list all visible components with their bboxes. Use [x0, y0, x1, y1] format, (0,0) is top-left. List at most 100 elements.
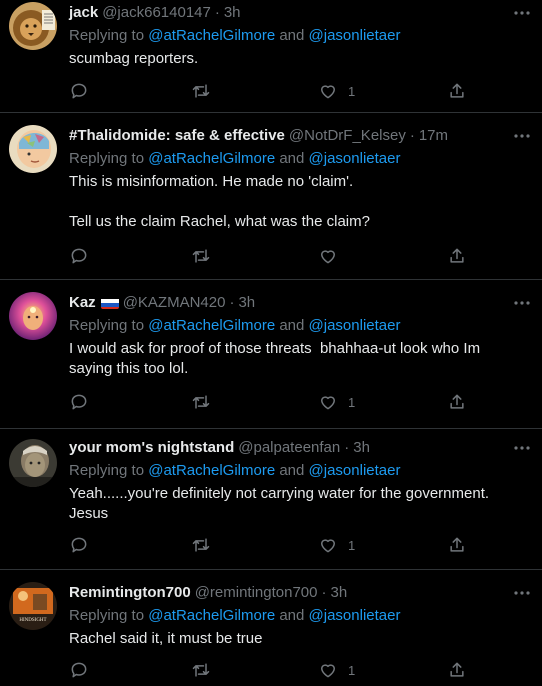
tweet-actions: 1: [69, 534, 529, 556]
tweet-header: #Thalidomide: safe & effective @NotDrF_K…: [69, 126, 526, 146]
reply-button[interactable]: [69, 391, 89, 413]
avatar[interactable]: [9, 2, 57, 50]
retweet-button[interactable]: [191, 659, 211, 681]
mention-link[interactable]: @jasonlietaer: [309, 150, 401, 167]
like-count: 1: [348, 537, 356, 553]
share-icon: [450, 537, 464, 552]
separator: ·: [321, 584, 327, 601]
replying-conjunction: and: [275, 27, 309, 44]
mention-link[interactable]: @jasonlietaer: [309, 317, 401, 334]
replying-label: Replying to: [69, 462, 149, 479]
like-button[interactable]: 1: [318, 80, 355, 102]
mention-link[interactable]: @jasonlietaer: [309, 607, 401, 624]
more-options-button[interactable]: [512, 3, 532, 23]
replying-label: Replying to: [69, 27, 149, 44]
more-options-button[interactable]: [512, 438, 532, 458]
user-handle[interactable]: @KAZMAN420: [123, 293, 226, 313]
user-handle[interactable]: @palpateenfan: [238, 438, 340, 458]
tweet[interactable]: #Thalidomide: safe & effective @NotDrF_K…: [0, 113, 542, 280]
retweet-button[interactable]: [191, 80, 211, 102]
reply-button[interactable]: [69, 80, 89, 102]
tweet-actions: 1: [69, 80, 529, 102]
display-name[interactable]: Remintington700: [69, 583, 191, 603]
avatar[interactable]: HINDSIGHT: [9, 582, 57, 630]
retweet-button[interactable]: [191, 534, 211, 556]
avatar[interactable]: [9, 439, 57, 487]
share-icon: [450, 83, 464, 98]
mention-link[interactable]: @atRachelGilmore: [148, 27, 275, 44]
heart-icon: [321, 664, 335, 678]
retweet-button[interactable]: [191, 391, 211, 413]
avatar-caption: HINDSIGHT: [19, 618, 46, 623]
like-button[interactable]: 1: [318, 659, 355, 681]
replying-conjunction: and: [275, 607, 309, 624]
like-count: 1: [348, 662, 356, 678]
like-button[interactable]: 1: [318, 534, 355, 556]
reply-button[interactable]: [69, 659, 89, 681]
like-button[interactable]: 1: [318, 391, 355, 413]
heart-icon: [321, 85, 335, 99]
share-button[interactable]: [447, 245, 467, 267]
mention-link[interactable]: @atRachelGilmore: [148, 462, 275, 479]
more-horizontal-icon: [514, 446, 530, 450]
display-name[interactable]: jack: [69, 3, 98, 23]
retweet-button[interactable]: [191, 245, 211, 267]
more-options-button[interactable]: [512, 583, 532, 603]
more-options-button[interactable]: [512, 126, 532, 146]
user-handle[interactable]: @jack66140147: [102, 3, 211, 23]
tweet-header: your mom's nightstand @palpateenfan · 3h: [69, 438, 526, 458]
display-name[interactable]: #Thalidomide: safe & effective: [69, 126, 285, 146]
tweet[interactable]: jack @jack66140147 · 3h Replying to @atR…: [0, 0, 542, 113]
timestamp[interactable]: 3h: [238, 293, 255, 313]
replying-conjunction: and: [275, 317, 309, 334]
tweet-text: I would ask for proof of those threats b…: [69, 340, 485, 377]
tweet-actions: 1: [69, 391, 529, 413]
mention-link[interactable]: @atRachelGilmore: [148, 607, 275, 624]
share-icon: [450, 394, 464, 409]
tweet-header: Remintington700 @remintington700 · 3h: [69, 583, 526, 603]
mention-link[interactable]: @atRachelGilmore: [148, 150, 275, 167]
avatar[interactable]: [9, 125, 57, 173]
tweet-text: This is misinformation. He made no 'clai…: [69, 173, 370, 230]
like-button[interactable]: [318, 245, 348, 267]
timestamp[interactable]: 17m: [419, 126, 448, 146]
timestamp[interactable]: 3h: [331, 583, 348, 603]
tweet-text: Rachel said it, it must be true: [69, 630, 263, 647]
tweet[interactable]: HINDSIGHT Remintington700 @remintington7…: [0, 570, 542, 686]
reply-button[interactable]: [69, 534, 89, 556]
share-button[interactable]: [447, 534, 467, 556]
display-name[interactable]: your mom's nightstand: [69, 438, 234, 458]
replying-label: Replying to: [69, 607, 149, 624]
user-handle[interactable]: @remintington700: [195, 583, 318, 603]
share-button[interactable]: [447, 80, 467, 102]
replying-to: Replying to @atRachelGilmore and @jasonl…: [69, 26, 526, 46]
timeline: jack @jack66140147 · 3h Replying to @atR…: [0, 0, 542, 686]
more-horizontal-icon: [514, 301, 530, 305]
replying-to: Replying to @atRachelGilmore and @jasonl…: [69, 149, 526, 169]
tweet-actions: [69, 245, 529, 267]
replying-conjunction: and: [275, 150, 309, 167]
separator: ·: [229, 294, 235, 311]
share-button[interactable]: [447, 391, 467, 413]
avatar[interactable]: [9, 292, 57, 340]
reply-button[interactable]: [69, 245, 89, 267]
user-handle[interactable]: @NotDrF_Kelsey: [289, 126, 406, 146]
share-button[interactable]: [447, 659, 467, 681]
retweet-icon: [192, 663, 210, 677]
mention-link[interactable]: @jasonlietaer: [309, 462, 401, 479]
more-horizontal-icon: [514, 591, 530, 595]
tweet-actions: 1: [69, 659, 529, 681]
tweet[interactable]: your mom's nightstand @palpateenfan · 3h…: [0, 429, 542, 570]
display-name[interactable]: Kaz: [69, 293, 96, 313]
like-count: 1: [348, 83, 356, 99]
replying-label: Replying to: [69, 317, 149, 334]
tweet-text: Yeah......you're definitely not carrying…: [69, 485, 494, 522]
more-options-button[interactable]: [512, 293, 532, 313]
tweet[interactable]: Kaz @KAZMAN420 · 3h Replying to @atRache…: [0, 280, 542, 429]
timestamp[interactable]: 3h: [353, 438, 370, 458]
replying-to: Replying to @atRachelGilmore and @jasonl…: [69, 316, 526, 336]
timestamp[interactable]: 3h: [224, 3, 241, 23]
heart-icon: [321, 396, 335, 410]
mention-link[interactable]: @atRachelGilmore: [148, 317, 275, 334]
mention-link[interactable]: @jasonlietaer: [309, 27, 401, 44]
